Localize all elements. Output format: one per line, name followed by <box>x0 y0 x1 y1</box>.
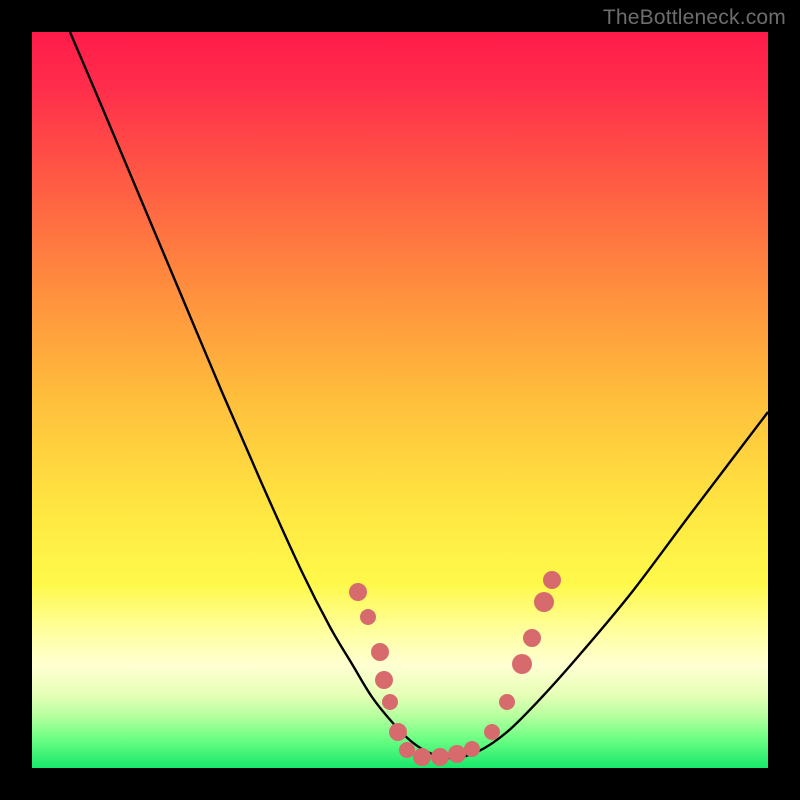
curve-marker <box>382 694 398 710</box>
curve-marker <box>389 723 407 741</box>
chart-plot-area <box>32 32 768 768</box>
curve-markers <box>349 571 561 766</box>
curve-marker <box>413 748 431 766</box>
curve-marker <box>499 694 515 710</box>
curve-marker <box>512 654 532 674</box>
curve-marker <box>543 571 561 589</box>
curve-marker <box>464 741 480 757</box>
curve-marker <box>375 671 393 689</box>
bottleneck-curve-svg <box>32 32 768 768</box>
bottleneck-curve <box>70 32 768 758</box>
watermark-text: TheBottleneck.com <box>603 6 786 30</box>
chart-frame: TheBottleneck.com <box>0 0 800 800</box>
curve-marker <box>448 745 466 763</box>
curve-marker <box>360 609 376 625</box>
curve-marker <box>349 583 367 601</box>
curve-marker <box>399 742 415 758</box>
curve-marker <box>371 643 389 661</box>
curve-marker <box>523 629 541 647</box>
curve-marker <box>534 592 554 612</box>
curve-marker <box>431 748 449 766</box>
curve-marker <box>484 724 500 740</box>
